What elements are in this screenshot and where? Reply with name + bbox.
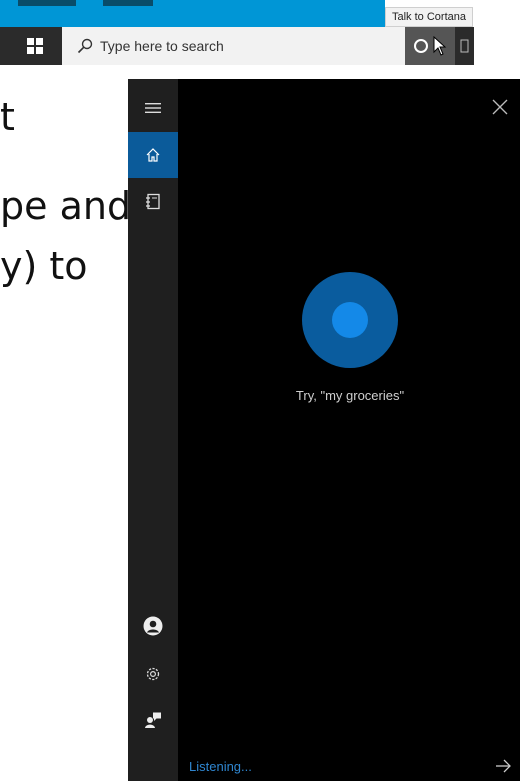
cortana-panel: Try, "my groceries" Listening... bbox=[128, 79, 520, 781]
close-icon bbox=[492, 99, 508, 115]
search-placeholder: Type here to search bbox=[100, 38, 224, 54]
start-button[interactable] bbox=[10, 27, 60, 65]
account-icon bbox=[143, 616, 163, 636]
cortana-suggestion: Try, "my groceries" bbox=[295, 388, 405, 403]
submit-button[interactable] bbox=[492, 755, 514, 777]
taskbar: Type here to search bbox=[0, 27, 474, 65]
hamburger-menu-icon bbox=[145, 103, 161, 113]
truncated-text bbox=[103, 0, 153, 6]
listening-status: Listening... bbox=[189, 759, 252, 774]
taskbar-search-box[interactable]: Type here to search bbox=[62, 27, 405, 65]
mouse-cursor-icon bbox=[433, 36, 447, 56]
cortana-circle-icon bbox=[414, 39, 428, 53]
close-button[interactable] bbox=[488, 95, 512, 119]
gear-icon bbox=[146, 667, 160, 681]
window-strip bbox=[0, 0, 385, 27]
notebook-icon bbox=[146, 193, 160, 210]
task-view-icon bbox=[460, 39, 468, 53]
cortana-nav-rail bbox=[128, 79, 178, 781]
feedback-icon bbox=[145, 712, 161, 728]
cortana-orb-core bbox=[332, 302, 368, 338]
home-icon bbox=[146, 148, 160, 162]
settings-button[interactable] bbox=[128, 651, 178, 697]
feedback-button[interactable] bbox=[128, 697, 178, 743]
arrow-right-icon bbox=[496, 759, 511, 773]
truncated-text bbox=[18, 0, 76, 6]
windows-logo-icon bbox=[27, 38, 43, 54]
search-icon bbox=[76, 37, 94, 55]
task-view-button[interactable] bbox=[455, 27, 474, 65]
nav-notebook[interactable] bbox=[128, 179, 178, 225]
account-button[interactable] bbox=[128, 603, 178, 649]
hamburger-menu-button[interactable] bbox=[128, 85, 178, 131]
background-text: y) to bbox=[0, 244, 88, 288]
background-text: t bbox=[0, 95, 15, 139]
cortana-tooltip: Talk to Cortana bbox=[385, 7, 473, 27]
talk-to-cortana-button[interactable] bbox=[405, 27, 455, 65]
nav-home[interactable] bbox=[128, 132, 178, 178]
background-text: pe and bbox=[0, 184, 132, 228]
